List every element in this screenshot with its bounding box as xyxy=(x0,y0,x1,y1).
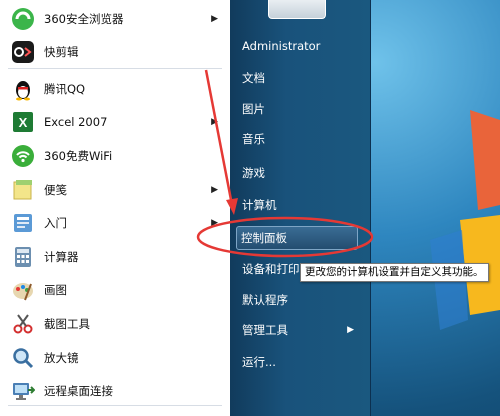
programs-separator xyxy=(8,68,222,69)
program-item[interactable]: 360免费WiFi xyxy=(0,139,230,172)
devices-printers-label: 设备和打印 xyxy=(242,262,300,276)
submenu-arrow-icon: ▶ xyxy=(347,325,354,335)
program-item[interactable]: X Excel 2007 ▶ xyxy=(0,105,230,138)
program-label: 入门 xyxy=(44,215,67,230)
documents-link[interactable]: 文档 xyxy=(238,66,358,90)
excel-icon: X xyxy=(10,109,36,135)
pictures-label: 图片 xyxy=(242,102,265,116)
qq-penguin-icon xyxy=(10,76,36,102)
program-item[interactable]: 计算器 xyxy=(0,240,230,273)
360-browser-icon xyxy=(10,6,36,32)
program-label: 360免费WiFi xyxy=(44,148,113,163)
user-picture[interactable] xyxy=(268,0,326,19)
windows-logo-icon xyxy=(430,110,500,330)
control-panel-tooltip: 更改您的计算机设置并自定义其功能。 xyxy=(300,263,489,282)
program-item[interactable]: 360安全浏览器 ▶ xyxy=(0,2,230,35)
submenu-arrow-icon: ▶ xyxy=(211,184,218,195)
program-item[interactable]: 画图 xyxy=(0,273,230,306)
control-panel-link[interactable]: 控制面板 xyxy=(236,226,358,250)
documents-label: 文档 xyxy=(242,71,265,85)
program-label: 计算器 xyxy=(44,249,79,264)
program-label: 截图工具 xyxy=(44,316,90,331)
sticky-notes-icon xyxy=(10,177,36,203)
games-link[interactable]: 游戏 xyxy=(238,161,358,185)
run-label: 运行... xyxy=(242,355,276,369)
calculator-icon xyxy=(10,244,36,270)
program-label: 腾讯QQ xyxy=(44,81,86,96)
username-label: Administrator xyxy=(242,39,321,53)
computer-link[interactable]: 计算机 xyxy=(238,193,358,217)
getting-started-icon xyxy=(10,210,36,236)
pictures-link[interactable]: 图片 xyxy=(238,97,358,121)
snipping-tool-icon xyxy=(10,311,36,337)
kuaijianji-icon xyxy=(10,39,36,65)
paint-icon xyxy=(10,277,36,303)
program-item[interactable]: 入门 ▶ xyxy=(0,206,230,239)
program-label: Excel 2007 xyxy=(44,114,108,129)
program-label: 便笺 xyxy=(44,182,67,197)
program-item[interactable]: 便笺 ▶ xyxy=(0,173,230,206)
music-label: 音乐 xyxy=(242,132,265,146)
admin-tools-label: 管理工具 xyxy=(242,323,288,337)
program-label: 远程桌面连接 xyxy=(44,383,113,398)
music-link[interactable]: 音乐 xyxy=(238,127,358,151)
program-label: 快剪辑 xyxy=(44,44,79,59)
computer-label: 计算机 xyxy=(242,198,277,212)
svg-text:X: X xyxy=(19,115,28,130)
submenu-arrow-icon: ▶ xyxy=(211,217,218,228)
programs-bottom-separator xyxy=(8,405,222,406)
submenu-arrow-icon: ▶ xyxy=(211,13,218,24)
default-programs-link[interactable]: 默认程序 xyxy=(238,288,358,312)
program-label: 360安全浏览器 xyxy=(44,11,124,26)
control-panel-label: 控制面板 xyxy=(241,231,287,245)
program-item[interactable]: 截图工具 xyxy=(0,307,230,340)
wifi-icon xyxy=(10,143,36,169)
program-item[interactable]: 腾讯QQ xyxy=(0,72,230,105)
username-link[interactable]: Administrator xyxy=(238,34,358,58)
default-programs-label: 默认程序 xyxy=(242,293,288,307)
remote-desktop-icon xyxy=(10,378,36,404)
submenu-arrow-icon: ▶ xyxy=(211,116,218,127)
program-label: 画图 xyxy=(44,282,67,297)
magnifier-icon xyxy=(10,345,36,371)
program-item[interactable]: 快剪辑 xyxy=(0,35,230,68)
program-item[interactable]: 远程桌面连接 xyxy=(0,374,230,407)
program-label: 放大镜 xyxy=(44,350,79,365)
run-link[interactable]: 运行... xyxy=(238,350,358,374)
admin-tools-link[interactable]: 管理工具 ▶ xyxy=(238,318,358,342)
program-item[interactable]: 放大镜 xyxy=(0,341,230,374)
games-label: 游戏 xyxy=(242,166,265,180)
